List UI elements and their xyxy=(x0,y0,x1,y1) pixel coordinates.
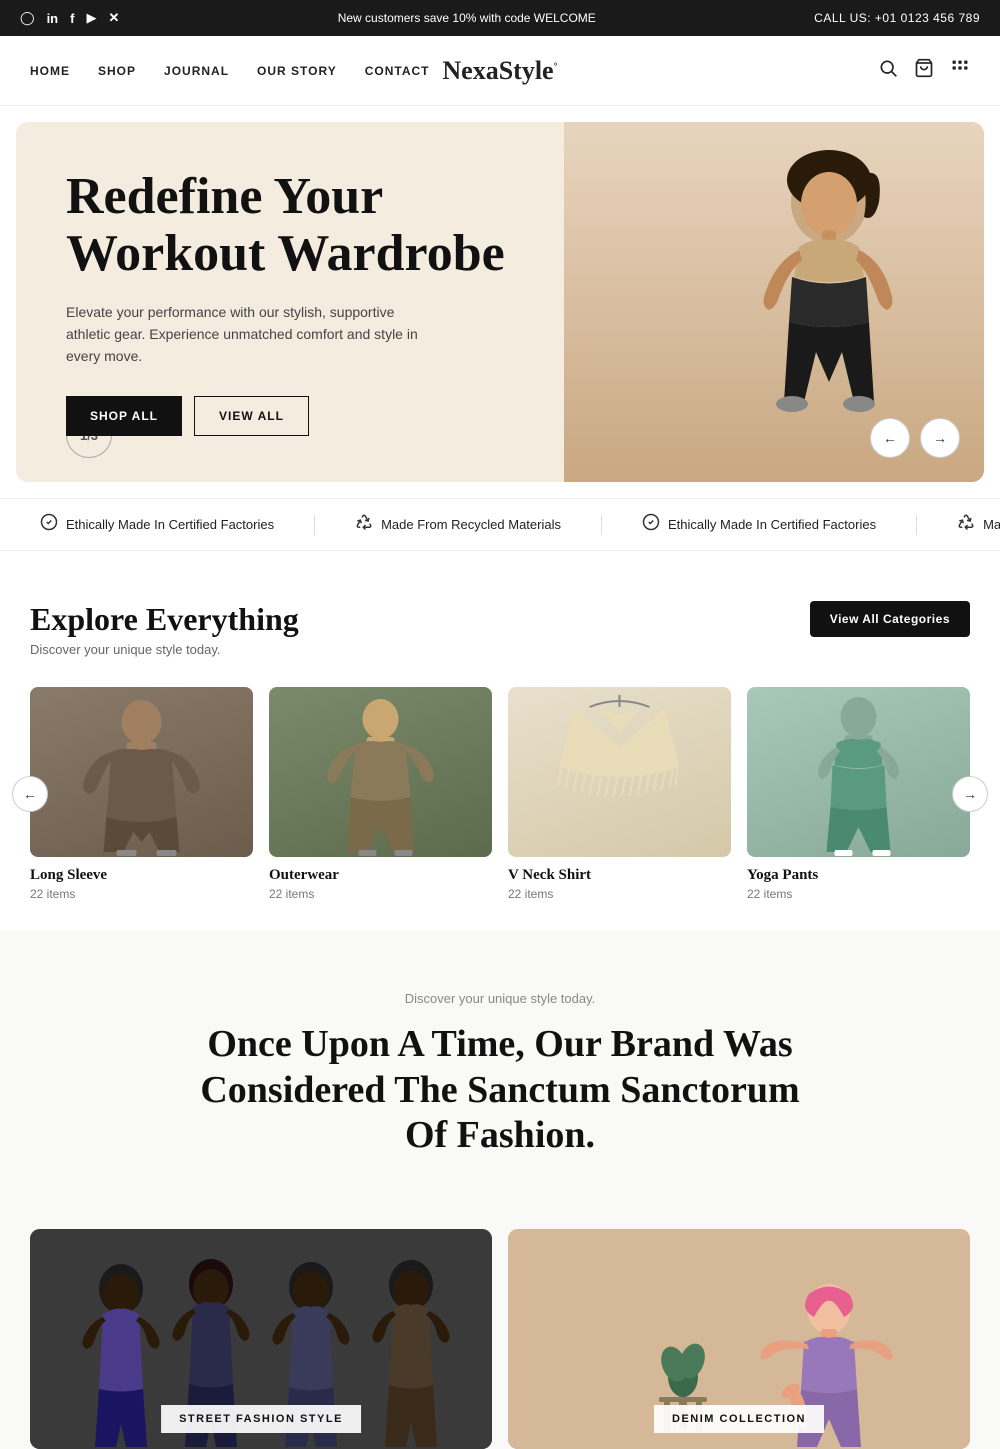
carousel-prev-button[interactable]: ← xyxy=(12,776,48,812)
brand-logo[interactable]: NexaStyle° xyxy=(442,56,557,86)
search-icon[interactable] xyxy=(878,58,898,83)
recycled-icon-1 xyxy=(355,513,373,536)
carousel-next-button[interactable]: → xyxy=(952,776,988,812)
category-count-outerwear: 22 items xyxy=(269,887,492,901)
category-image-vneck xyxy=(508,687,731,857)
trust-bar: Ethically Made In Certified Factories Ma… xyxy=(0,498,1000,551)
collection-grid: STREET FASHION STYLE xyxy=(0,1199,1000,1449)
apps-icon[interactable] xyxy=(950,58,970,83)
trust-item-3: Ethically Made In Certified Factories xyxy=(602,513,916,536)
top-bar: ◯ in f ▶ ✕ New customers save 10% with c… xyxy=(0,0,1000,36)
hero-nav-arrows[interactable]: ← → xyxy=(870,418,960,458)
nav-home[interactable]: HOME xyxy=(30,64,70,78)
category-image-yoga xyxy=(747,687,970,857)
recycled-icon-2 xyxy=(957,513,975,536)
trust-item-2: Made From Recycled Materials xyxy=(315,513,601,536)
collection-item-street[interactable]: STREET FASHION STYLE xyxy=(30,1229,492,1449)
hero-next-button[interactable]: → xyxy=(920,418,960,458)
view-all-categories-button[interactable]: View All Categories xyxy=(810,601,970,637)
category-count-yoga: 22 items xyxy=(747,887,970,901)
category-count-long-sleeve: 22 items xyxy=(30,887,253,901)
category-name-yoga: Yoga Pants xyxy=(747,867,970,884)
brand-story-title: Once Upon A Time, Our Brand Was Consider… xyxy=(200,1022,800,1159)
explore-header: Explore Everything Discover your unique … xyxy=(30,601,970,681)
category-count-vneck: 22 items xyxy=(508,887,731,901)
category-card-outerwear[interactable]: Outerwear 22 items xyxy=(269,687,492,901)
brand-story-subtitle: Discover your unique style today. xyxy=(30,991,970,1006)
trust-label-2: Made From Recycled Materials xyxy=(381,517,561,532)
facebook-icon[interactable]: f xyxy=(70,11,74,26)
nav-contact[interactable]: CONTACT xyxy=(365,64,430,78)
category-card-yoga[interactable]: Yoga Pants 22 items xyxy=(747,687,970,901)
brand-story-section: Discover your unique style today. Once U… xyxy=(0,931,1000,1199)
hero-title: Redefine Your Workout Wardrobe xyxy=(66,168,506,282)
category-name-vneck: V Neck Shirt xyxy=(508,867,731,884)
category-carousel: ← Long Sleeve 22 ite xyxy=(30,687,970,901)
explore-title: Explore Everything xyxy=(30,601,299,638)
category-grid: Long Sleeve 22 items xyxy=(30,687,970,901)
collection-label-denim: DENIM COLLECTION xyxy=(654,1405,824,1433)
category-image-outerwear xyxy=(269,687,492,857)
category-name-outerwear: Outerwear xyxy=(269,867,492,884)
hero-subtitle: Elevate your performance with our stylis… xyxy=(66,301,436,368)
twitter-x-icon[interactable]: ✕ xyxy=(108,10,119,26)
shop-all-button[interactable]: SHOP ALL xyxy=(66,396,182,436)
certified-icon-2 xyxy=(642,513,660,536)
collection-item-denim[interactable]: DENIM COLLECTION xyxy=(508,1229,970,1449)
explore-section: Explore Everything Discover your unique … xyxy=(0,551,1000,931)
promo-text: New customers save 10% with code WELCOME xyxy=(119,11,814,25)
trust-item-1: Ethically Made In Certified Factories xyxy=(0,513,314,536)
call-us: CALL US: +01 0123 456 789 xyxy=(814,11,980,25)
nav-actions[interactable] xyxy=(878,58,970,83)
nav-our-story[interactable]: OUR STORY xyxy=(257,64,337,78)
category-card-long-sleeve[interactable]: Long Sleeve 22 items xyxy=(30,687,253,901)
instagram-icon[interactable]: ◯ xyxy=(20,10,35,26)
collection-label-street: STREET FASHION STYLE xyxy=(161,1405,361,1433)
certified-icon-1 xyxy=(40,513,58,536)
trust-label-1: Ethically Made In Certified Factories xyxy=(66,517,274,532)
category-name-long-sleeve: Long Sleeve xyxy=(30,867,253,884)
hero-buttons[interactable]: SHOP ALL VIEW ALL xyxy=(66,396,506,436)
trust-label-3: Ethically Made In Certified Factories xyxy=(668,517,876,532)
youtube-icon[interactable]: ▶ xyxy=(86,10,96,26)
main-nav: HOME SHOP JOURNAL OUR STORY CONTACT Nexa… xyxy=(0,36,1000,106)
nav-journal[interactable]: JOURNAL xyxy=(164,64,229,78)
category-image-long-sleeve xyxy=(30,687,253,857)
linkedin-icon[interactable]: in xyxy=(47,11,59,26)
trust-label-4: Made From Recycled Materials xyxy=(983,517,1000,532)
trust-item-4: Made From Recycled Materials xyxy=(917,513,1000,536)
hero-section: Redefine Your Workout Wardrobe Elevate y… xyxy=(16,122,984,482)
nav-links[interactable]: HOME SHOP JOURNAL OUR STORY CONTACT xyxy=(30,64,430,78)
cart-icon[interactable] xyxy=(914,58,934,83)
explore-subtitle: Discover your unique style today. xyxy=(30,642,299,657)
hero-prev-button[interactable]: ← xyxy=(870,418,910,458)
category-card-vneck[interactable]: V Neck Shirt 22 items xyxy=(508,687,731,901)
nav-shop[interactable]: SHOP xyxy=(98,64,136,78)
view-all-button[interactable]: VIEW ALL xyxy=(194,396,309,436)
hero-content: Redefine Your Workout Wardrobe Elevate y… xyxy=(16,122,556,482)
social-icons[interactable]: ◯ in f ▶ ✕ xyxy=(20,10,119,26)
